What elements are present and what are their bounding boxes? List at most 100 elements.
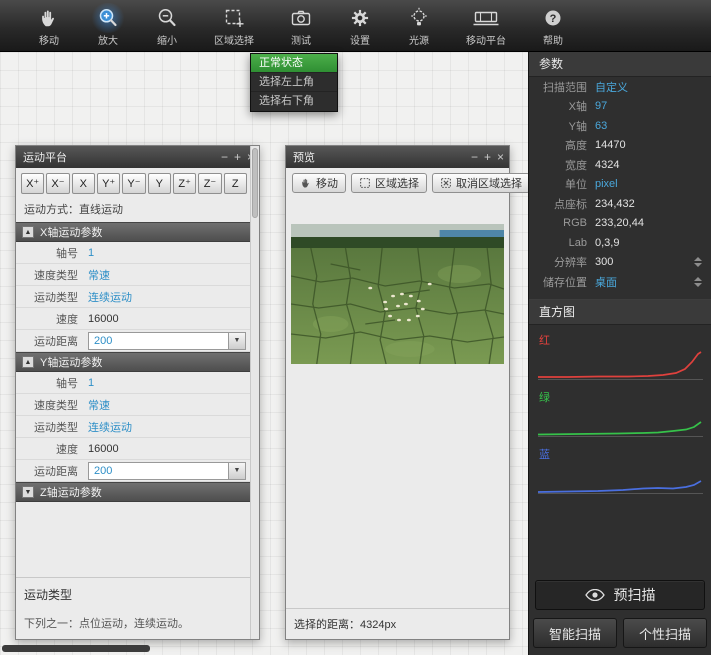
params-panel: 参数 扫描范围 自定义 X轴 97 Y轴 63 高度 14470 宽度 4324… <box>528 52 711 655</box>
x-distance-combobox[interactable]: 200 ▼ <box>88 332 246 350</box>
toolbar-item-light-source[interactable]: 光源 <box>396 5 442 47</box>
chevron-down-icon[interactable]: ▼ <box>228 463 245 479</box>
prescan-button[interactable]: 预扫描 <box>535 580 705 610</box>
collapse-icon[interactable]: ▲ <box>22 356 34 368</box>
param-label: 运动类型 <box>16 289 88 305</box>
section-title: Y轴运动参数 <box>40 354 102 370</box>
preview-region-select-button[interactable]: 区域选择 <box>351 173 427 193</box>
combobox-value: 200 <box>89 465 228 477</box>
expand-icon[interactable]: ▼ <box>22 486 34 498</box>
scan-buttons-row: 智能扫描 个性扫描 <box>533 618 707 648</box>
param-label: 运动距离 <box>16 463 88 479</box>
motion-vertical-scrollbar[interactable] <box>250 146 259 639</box>
window-title: 运动平台 <box>23 149 218 165</box>
toolbar-item-move[interactable]: 移动 <box>26 5 72 47</box>
y-distance-combobox[interactable]: 200 ▼ <box>88 462 246 480</box>
menu-item-normal-state[interactable]: 正常状态 <box>251 54 337 73</box>
param-label: RGB <box>529 217 595 229</box>
param-value[interactable]: 连续运动 <box>88 419 132 435</box>
eye-icon <box>585 589 605 601</box>
param-label: 速度 <box>16 311 88 327</box>
menu-item-select-bottom-right[interactable]: 选择右下角 <box>251 92 337 111</box>
param-row: Y轴 63 <box>529 116 711 136</box>
help-icon: ? <box>538 5 568 31</box>
smart-scan-button[interactable]: 智能扫描 <box>533 618 617 648</box>
param-row: X轴 97 <box>529 97 711 117</box>
toolbar-item-motion-platform[interactable]: 移动平台 <box>455 5 517 47</box>
spinner-icon[interactable] <box>694 277 702 287</box>
jog-y-plus-button[interactable]: Y⁺ <box>97 173 120 194</box>
preview-window-titlebar[interactable]: 预览 − + × <box>286 146 509 168</box>
chevron-down-icon[interactable]: ▼ <box>228 333 245 349</box>
collapse-icon[interactable]: ▲ <box>22 226 34 238</box>
jog-y-button[interactable]: Y <box>148 173 171 194</box>
param-value[interactable]: pixel <box>595 178 618 190</box>
section-header-z-axis[interactable]: ▼ Z轴运动参数 <box>16 482 250 502</box>
param-row: 运动距离 200 ▼ <box>16 330 250 352</box>
preview-canvas[interactable] <box>286 198 509 608</box>
param-row: 扫描范围 自定义 <box>529 77 711 97</box>
spinner-icon[interactable] <box>694 257 702 267</box>
minimize-icon[interactable]: − <box>468 146 481 168</box>
param-row: RGB 233,20,44 <box>529 214 711 234</box>
jog-x-plus-button[interactable]: X⁺ <box>21 173 44 194</box>
param-value[interactable]: 自定义 <box>595 79 628 95</box>
scrollbar-thumb[interactable] <box>252 148 258 218</box>
toolbar-item-test[interactable]: 测试 <box>278 5 324 47</box>
svg-text:?: ? <box>550 13 557 25</box>
minimize-icon[interactable]: − <box>218 146 231 168</box>
param-value[interactable]: 16000 <box>88 443 119 455</box>
motion-window-titlebar[interactable]: 运动平台 − + × <box>16 146 259 168</box>
toolbar-item-zoom-out[interactable]: 缩小 <box>144 5 190 47</box>
jog-y-minus-button[interactable]: Y⁻ <box>122 173 145 194</box>
jog-x-minus-button[interactable]: X⁻ <box>46 173 69 194</box>
param-value[interactable]: 桌面 <box>595 274 617 290</box>
param-label: 运动距离 <box>16 333 88 349</box>
region-select-icon <box>219 5 249 31</box>
param-value[interactable]: 常速 <box>88 267 110 283</box>
param-value[interactable]: 300 <box>595 256 613 268</box>
jog-z-plus-button[interactable]: Z⁺ <box>173 173 196 194</box>
param-label: Y轴 <box>529 118 595 134</box>
close-icon[interactable]: × <box>494 146 507 168</box>
section-header-x-axis[interactable]: ▲ X轴运动参数 <box>16 222 250 242</box>
custom-scan-button[interactable]: 个性扫描 <box>623 618 707 648</box>
param-label: 运动类型 <box>16 419 88 435</box>
param-label: 轴号 <box>16 245 88 261</box>
param-value[interactable]: 1 <box>88 377 94 389</box>
param-row: 运动距离 200 ▼ <box>16 460 250 482</box>
bulb-icon <box>404 5 434 31</box>
preview-move-button[interactable]: 移动 <box>292 173 346 193</box>
motion-footer-hint: 下列之一：点位运动，连续运动。 <box>16 605 250 639</box>
motion-window-body: X⁺ X⁻ X Y⁺ Y⁻ Y Z⁺ Z⁻ Z 运动方式：直线运动 ▲ X轴运动… <box>16 168 259 639</box>
top-toolbar: 移动 放大 缩小 <box>0 0 711 52</box>
hand-icon <box>34 5 64 31</box>
toolbar-item-help[interactable]: ? 帮助 <box>530 5 576 47</box>
jog-x-button[interactable]: X <box>72 173 95 194</box>
toolbar-item-settings[interactable]: 设置 <box>337 5 383 47</box>
section-header-y-axis[interactable]: ▲ Y轴运动参数 <box>16 352 250 372</box>
param-label: 储存位置 <box>529 274 595 290</box>
param-value[interactable]: 63 <box>595 120 607 132</box>
param-label: 扫描范围 <box>529 79 595 95</box>
param-row: 运动类型 连续运动 <box>16 286 250 308</box>
param-value[interactable]: 97 <box>595 100 607 112</box>
menu-item-select-top-left[interactable]: 选择左上角 <box>251 73 337 92</box>
toolbar-item-zoom-in[interactable]: 放大 <box>85 5 131 47</box>
preview-cancel-region-button[interactable]: 取消区域选择 <box>432 173 530 193</box>
param-value[interactable]: 16000 <box>88 313 119 325</box>
maximize-icon[interactable]: + <box>481 146 494 168</box>
jog-z-minus-button[interactable]: Z⁻ <box>198 173 221 194</box>
jog-z-button[interactable]: Z <box>224 173 247 194</box>
param-label: 宽度 <box>529 157 595 173</box>
param-label: X轴 <box>529 98 595 114</box>
param-value[interactable]: 连续运动 <box>88 289 132 305</box>
param-value[interactable]: 1 <box>88 247 94 259</box>
param-value[interactable]: 常速 <box>88 397 110 413</box>
zoom-out-icon <box>152 5 182 31</box>
maximize-icon[interactable]: + <box>231 146 244 168</box>
spacer <box>16 502 250 577</box>
toolbar-item-region-select[interactable]: 区域选择 <box>203 5 265 47</box>
param-row: 轴号 1 <box>16 372 250 394</box>
horizontal-scrollbar[interactable] <box>2 645 150 652</box>
